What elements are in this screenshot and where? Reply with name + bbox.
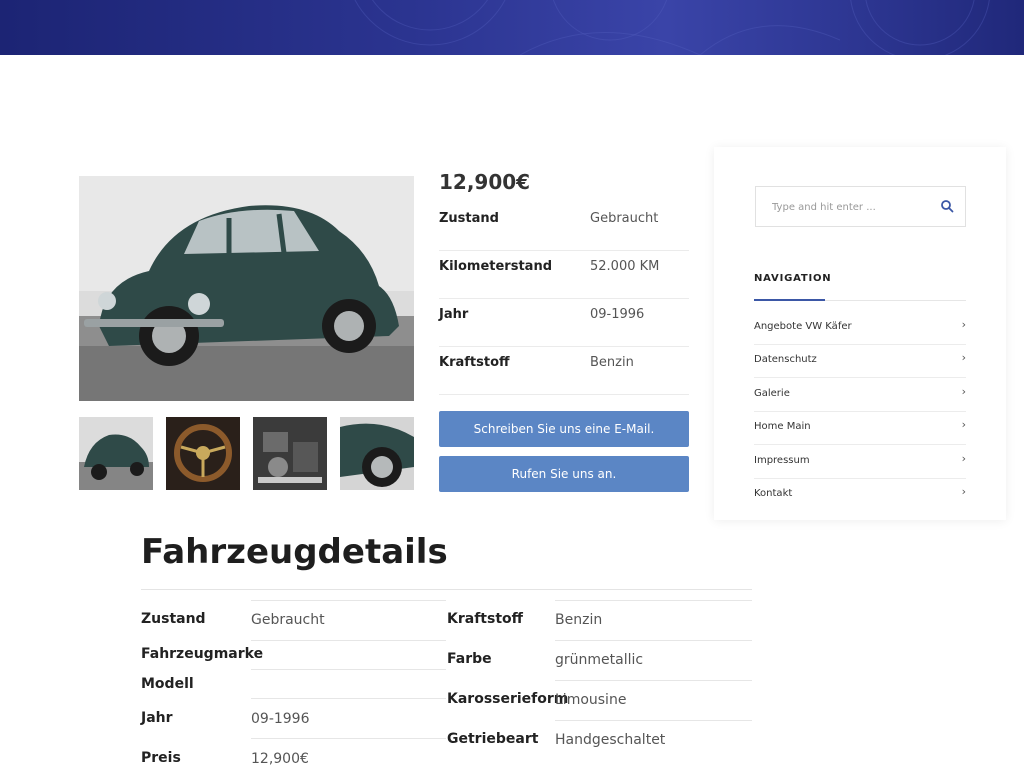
thumbnail-2[interactable] — [166, 417, 240, 490]
detail-divider — [555, 680, 752, 681]
nav-item-datenschutz[interactable]: Datenschutz › — [754, 345, 966, 378]
detail-divider — [555, 640, 752, 641]
spec-value: Gebraucht — [590, 211, 659, 226]
detail-divider — [251, 669, 446, 670]
nav-item-label: Impressum — [754, 455, 810, 466]
detail-value: 09-1996 — [251, 711, 310, 727]
detail-label: Kraftstoff — [447, 611, 523, 627]
spec-label: Kilometerstand — [439, 259, 553, 274]
spec-row-fuel: Kraftstoff Benzin — [439, 347, 689, 395]
spec-label: Jahr — [439, 307, 469, 322]
nav-item-label: Angebote VW Käfer — [754, 321, 852, 332]
detail-value: grünmetallic — [555, 652, 644, 668]
nav-item-label: Home Main — [754, 421, 811, 432]
detail-label: Modell — [141, 676, 194, 692]
thumbnail-1[interactable] — [79, 417, 153, 490]
spec-value: 52.000 KM — [590, 259, 660, 274]
detail-divider — [555, 600, 752, 601]
hero-pattern — [354, 0, 990, 55]
nav-item-angebote[interactable]: Angebote VW Käfer › — [754, 312, 966, 345]
call-button[interactable]: Rufen Sie uns an. — [439, 456, 689, 492]
nav-item-label: Galerie — [754, 388, 790, 399]
detail-value: Gebraucht — [251, 612, 325, 628]
detail-label: Preis — [141, 750, 181, 766]
main-car-image[interactable] — [79, 176, 414, 401]
detail-label: Zustand — [141, 611, 206, 627]
search-icon[interactable] — [940, 199, 954, 213]
detail-value: Limousine — [555, 692, 627, 708]
detail-divider — [555, 720, 752, 721]
details-divider — [141, 589, 752, 590]
nav-item-label: Datenschutz — [754, 354, 817, 365]
detail-divider — [251, 600, 446, 601]
search-box — [755, 186, 966, 227]
thumbnail-3[interactable] — [253, 417, 327, 490]
spec-value: Benzin — [590, 355, 634, 370]
detail-value: 12,900€ — [251, 751, 309, 767]
chevron-right-icon: › — [961, 485, 966, 498]
hero-banner — [0, 0, 1024, 55]
nav-title: NAVIGATION — [754, 273, 832, 284]
nav-item-kontakt[interactable]: Kontakt › — [754, 479, 966, 500]
spec-value: 09-1996 — [590, 307, 645, 322]
spec-row-mileage: Kilometerstand 52.000 KM — [439, 251, 689, 299]
detail-label: Jahr — [141, 710, 173, 726]
nav-item-home-main[interactable]: Home Main › — [754, 412, 966, 445]
detail-divider — [251, 698, 446, 699]
spec-label: Zustand — [439, 211, 499, 226]
chevron-right-icon: › — [961, 385, 966, 398]
nav-item-impressum[interactable]: Impressum › — [754, 446, 966, 479]
details-title: Fahrzeugdetails — [141, 532, 448, 572]
detail-divider — [251, 640, 446, 641]
nav-item-label: Kontakt — [754, 488, 793, 499]
thumbnail-strip — [79, 417, 414, 490]
chevron-right-icon: › — [961, 452, 966, 465]
detail-label: Getriebeart — [447, 731, 539, 747]
detail-divider — [251, 738, 446, 739]
nav-item-galerie[interactable]: Galerie › — [754, 379, 966, 412]
detail-label: Farbe — [447, 651, 492, 667]
nav-accent-line — [754, 299, 825, 301]
nav-list: Angebote VW Käfer › Datenschutz › Galeri… — [754, 310, 966, 500]
spec-row-year: Jahr 09-1996 — [439, 299, 689, 347]
detail-value: Handgeschaltet — [555, 732, 666, 748]
chevron-right-icon: › — [961, 318, 966, 331]
search-input[interactable] — [772, 199, 932, 215]
detail-label: Fahrzeugmarke — [141, 646, 264, 662]
email-button[interactable]: Schreiben Sie uns eine E-Mail. — [439, 411, 689, 447]
detail-value: Benzin — [555, 612, 603, 628]
spec-row-condition: Zustand Gebraucht — [439, 203, 689, 251]
thumbnail-4[interactable] — [340, 417, 414, 490]
chevron-right-icon: › — [961, 351, 966, 364]
chevron-right-icon: › — [961, 418, 966, 431]
detail-label: Karosserieform — [447, 691, 569, 707]
price: 12,900€ — [439, 170, 531, 194]
spec-label: Kraftstoff — [439, 355, 510, 370]
